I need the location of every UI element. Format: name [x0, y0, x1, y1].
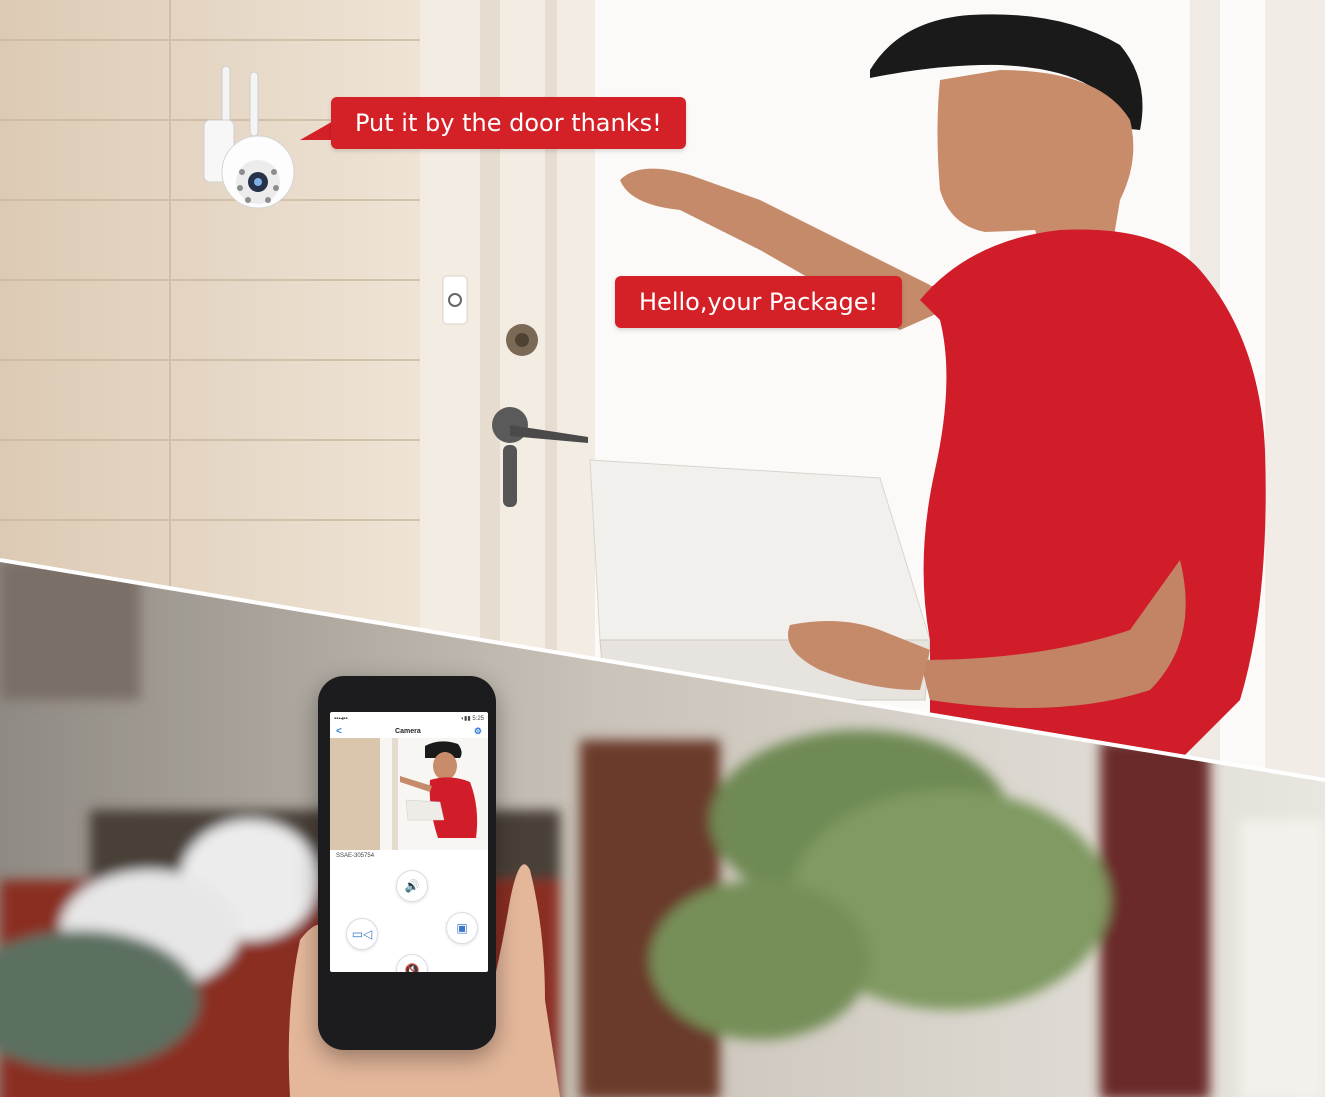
courier-speech-bubble: Hello,your Package! — [615, 276, 903, 328]
app-nav-bar: < Camera ⚙ — [330, 724, 488, 738]
smartphone: ▪▪▪◂▪▪ ◖▮▮ 5:25 < Camera ⚙ SSAE-305754 🔊… — [318, 676, 496, 1050]
camera-live-feed[interactable] — [330, 738, 488, 850]
status-icons-left: ▪▪▪◂▪▪ — [334, 715, 348, 722]
scene-illustration — [0, 0, 1325, 1097]
status-time: 5:25 — [472, 715, 484, 722]
scene: Put it by the door thanks! Hello,your Pa… — [0, 0, 1325, 1097]
doorbell-icon — [442, 275, 468, 325]
record-video-button[interactable]: ▭◁ — [346, 918, 378, 950]
status-icons-right: ◖▮▮ — [460, 715, 471, 722]
device-id-label: SSAE-305754 — [336, 853, 375, 859]
settings-gear-icon[interactable]: ⚙ — [474, 726, 482, 737]
camera-speech-bubble: Put it by the door thanks! — [331, 97, 686, 149]
back-icon[interactable]: < — [336, 726, 342, 737]
mute-button[interactable]: 🔇 — [396, 954, 428, 972]
phone-screen: ▪▪▪◂▪▪ ◖▮▮ 5:25 < Camera ⚙ SSAE-305754 🔊… — [330, 712, 488, 972]
speaker-button[interactable]: 🔊 — [396, 870, 428, 902]
live-feed-thumbnail — [330, 738, 488, 850]
snapshot-button[interactable]: ▣ — [446, 912, 478, 944]
status-bar: ▪▪▪◂▪▪ ◖▮▮ 5:25 — [330, 712, 488, 724]
app-title: Camera — [395, 727, 421, 735]
